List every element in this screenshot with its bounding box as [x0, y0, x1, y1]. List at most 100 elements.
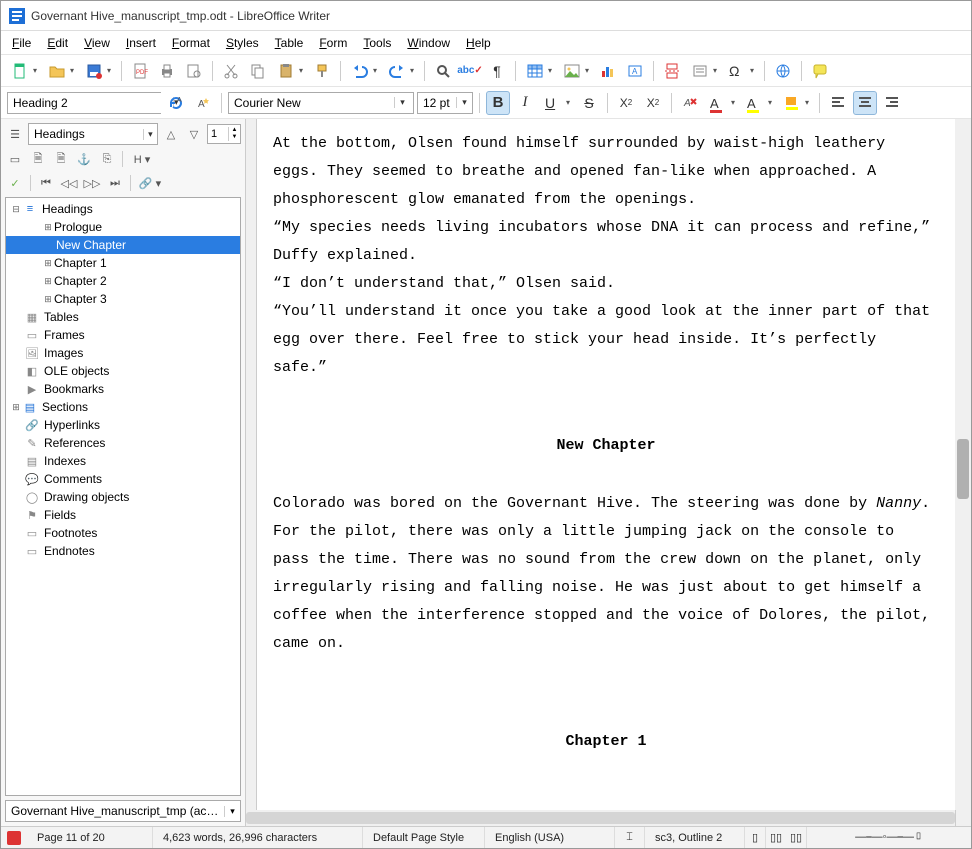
menu-window[interactable]: Window	[400, 33, 457, 53]
tree-heading-prologue[interactable]: ⊞Prologue	[6, 218, 240, 236]
insert-hyperlink-button[interactable]	[771, 59, 795, 83]
char-highlight-button[interactable]	[779, 91, 813, 115]
new-button[interactable]	[7, 59, 41, 83]
undo-button[interactable]	[347, 59, 381, 83]
tree-headings-root[interactable]: ⊟≡Headings	[6, 200, 240, 218]
status-view-book[interactable]: ▯▯	[786, 827, 807, 848]
paste-button[interactable]	[273, 59, 307, 83]
nav-mode-combo[interactable]: ▾	[28, 123, 158, 145]
active-document-combo[interactable]: Governant Hive_manuscript_tmp (active) ▾	[5, 800, 241, 822]
copy-button[interactable]	[246, 59, 270, 83]
clone-formatting-button[interactable]	[310, 59, 334, 83]
horizontal-scrollbar[interactable]	[246, 810, 955, 826]
font-color-button[interactable]: A	[705, 91, 739, 115]
next-button[interactable]: ▷▷	[82, 173, 102, 193]
content-view-icon[interactable]: ☰	[5, 124, 25, 144]
font-size-input[interactable]	[418, 93, 456, 113]
menu-edit[interactable]: Edit	[40, 33, 75, 53]
spellcheck-button[interactable]: abc✓	[458, 59, 482, 83]
font-name-combo[interactable]: ▾	[228, 92, 414, 114]
status-zoom-slider[interactable]: —⎯—◦—⎯—▯	[807, 827, 971, 848]
align-center-button[interactable]	[853, 91, 877, 115]
menu-insert[interactable]: Insert	[119, 33, 163, 53]
status-view-multi[interactable]: ▯▯	[766, 827, 786, 848]
tree-images[interactable]: 🖼Images	[6, 344, 240, 362]
clear-formatting-button[interactable]: A	[678, 91, 702, 115]
doc-heading-chapter1[interactable]: Chapter 1	[273, 728, 939, 756]
tree-footnotes[interactable]: ▭Footnotes	[6, 524, 240, 542]
paragraph-style-combo[interactable]: ▾	[7, 92, 161, 114]
menu-format[interactable]: Format	[165, 33, 217, 53]
chevron-down-icon[interactable]: ▾	[394, 97, 410, 108]
menu-file[interactable]: File	[5, 33, 38, 53]
subscript-button[interactable]: X2	[641, 91, 665, 115]
navigator-tree[interactable]: ⊟≡Headings ⊞Prologue New Chapter ⊞Chapte…	[5, 197, 241, 796]
tree-fields[interactable]: ⚑Fields	[6, 506, 240, 524]
save-status-icon[interactable]	[7, 831, 21, 845]
chevron-down-icon[interactable]: ▾	[456, 97, 472, 108]
italic-button[interactable]: I	[513, 91, 537, 115]
tree-heading-new-chapter[interactable]: New Chapter	[6, 236, 240, 254]
tree-comments[interactable]: 💬Comments	[6, 470, 240, 488]
menu-view[interactable]: View	[77, 33, 117, 53]
tree-heading-chapter1[interactable]: ⊞Chapter 1	[6, 254, 240, 272]
nav-prev-button[interactable]: △	[161, 124, 181, 144]
superscript-button[interactable]: X2	[614, 91, 638, 115]
update-style-button[interactable]: A	[164, 91, 188, 115]
tree-bookmarks[interactable]: ▶Bookmarks	[6, 380, 240, 398]
doc-para[interactable]: Colorado was bored on the Governant Hive…	[273, 490, 939, 658]
status-wordcount[interactable]: 4,623 words, 26,996 characters	[153, 827, 363, 848]
tree-ole[interactable]: ◧OLE objects	[6, 362, 240, 380]
print-button[interactable]	[155, 59, 179, 83]
prev-button[interactable]: ◁◁	[59, 173, 79, 193]
promote-ok-button[interactable]: ✓	[5, 173, 25, 193]
strikethrough-button[interactable]: S	[577, 91, 601, 115]
document-area[interactable]: At the bottom, Olsen found himself surro…	[246, 119, 971, 826]
status-language[interactable]: English (USA)	[485, 827, 615, 848]
redo-button[interactable]	[384, 59, 418, 83]
doc-para[interactable]: “I don’t understand that,” Olsen said.	[273, 270, 939, 298]
status-selection[interactable]: sc3, Outline 2	[645, 827, 745, 848]
font-name-input[interactable]	[229, 93, 394, 113]
chevron-down-icon[interactable]: ▾	[143, 129, 157, 140]
heading-format-button[interactable]: H ▾	[128, 149, 156, 169]
anchor-button[interactable]: ⚓	[74, 149, 94, 169]
insert-textbox-button[interactable]: A	[623, 59, 647, 83]
tree-heading-chapter2[interactable]: ⊞Chapter 2	[6, 272, 240, 290]
last-button[interactable]: ⏭	[105, 173, 125, 193]
nav-page-spinner[interactable]: ▲▼	[207, 124, 241, 144]
tree-endnotes[interactable]: ▭Endnotes	[6, 542, 240, 560]
doc-para[interactable]: “My species needs living incubators whos…	[273, 214, 939, 270]
insert-table-button[interactable]	[522, 59, 556, 83]
underline-button[interactable]: U	[540, 91, 574, 115]
page-break-button[interactable]	[660, 59, 684, 83]
menu-styles[interactable]: Styles	[219, 33, 266, 53]
align-left-button[interactable]	[826, 91, 850, 115]
save-button[interactable]	[81, 59, 115, 83]
doc-para[interactable]: “You’ll understand it once you take a go…	[273, 298, 939, 382]
font-size-combo[interactable]: ▾	[417, 92, 473, 114]
tree-drawing[interactable]: ◯Drawing objects	[6, 488, 240, 506]
vertical-scrollbar[interactable]	[955, 119, 971, 810]
menu-table[interactable]: Table	[268, 33, 311, 53]
formatting-marks-button[interactable]: ¶	[485, 59, 509, 83]
tree-frames[interactable]: ▭Frames	[6, 326, 240, 344]
align-right-button[interactable]	[880, 91, 904, 115]
print-preview-button[interactable]	[182, 59, 206, 83]
open-button[interactable]	[44, 59, 78, 83]
new-style-button[interactable]: A	[191, 91, 215, 115]
tree-heading-chapter3[interactable]: ⊞Chapter 3	[6, 290, 240, 308]
nav-page-input[interactable]	[208, 128, 228, 140]
status-insert-mode[interactable]: ⌶	[615, 827, 645, 848]
toggle-master-button[interactable]: 🗎	[28, 149, 48, 169]
reminder-button[interactable]: ⎘	[97, 149, 117, 169]
export-pdf-button[interactable]: PDF	[128, 59, 152, 83]
header-button[interactable]: 🗎	[51, 149, 71, 169]
scroll-thumb[interactable]	[957, 439, 969, 499]
highlight-color-button[interactable]: A	[742, 91, 776, 115]
tree-sections[interactable]: ⊞▤Sections	[6, 398, 240, 416]
menu-form[interactable]: Form	[312, 33, 354, 53]
cut-button[interactable]	[219, 59, 243, 83]
first-button[interactable]: ⏮	[36, 173, 56, 193]
tree-references[interactable]: ✎References	[6, 434, 240, 452]
